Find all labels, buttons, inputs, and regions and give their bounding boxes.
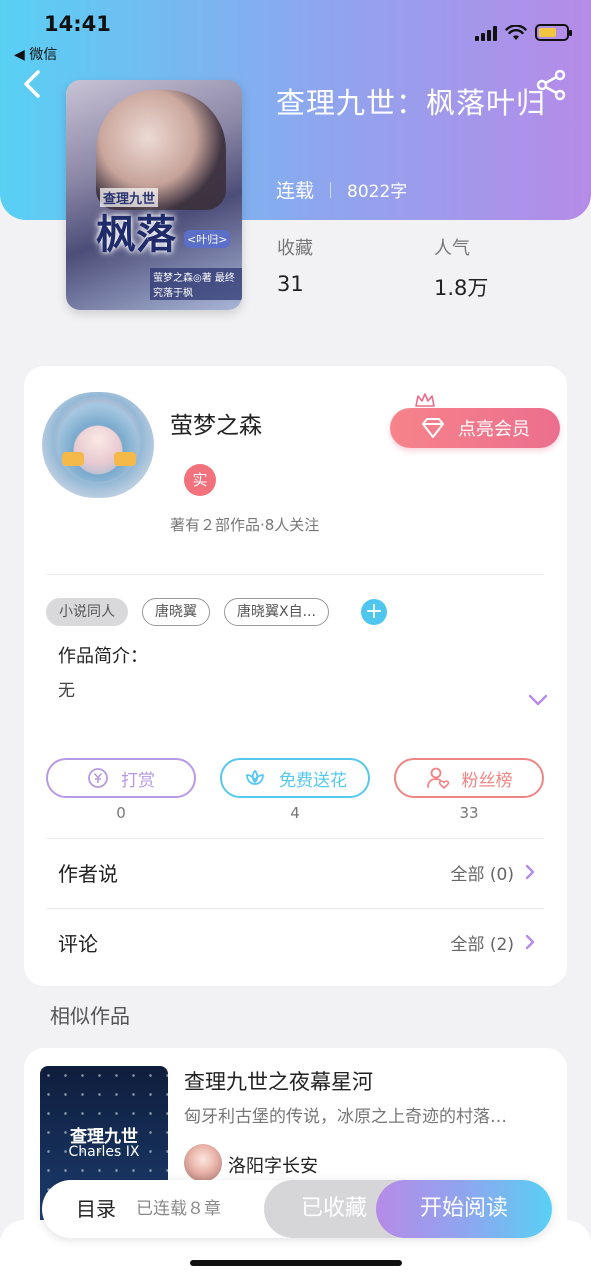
flower-count: 4 [290, 804, 300, 822]
chevron-right-icon [525, 934, 535, 950]
cover-title-text: 枫落 [96, 211, 176, 258]
comments-title: 评论 [58, 931, 98, 956]
similar-book-author: 洛阳字长安 [228, 1156, 318, 1177]
back-to-app-link[interactable]: ◀ 微信 [14, 44, 57, 64]
tag-item[interactable]: 唐晓翼X自... [224, 598, 329, 626]
author-card: 萤梦之森 实 著有２部作品·8人关注 点亮会员 小说同人 唐晓翼 唐晓翼X自..… [24, 366, 567, 986]
back-button[interactable] [18, 66, 54, 102]
chapter-count: 已连载８章 [136, 1199, 221, 1219]
intro-label: 作品简介： [58, 646, 148, 667]
book-cover: 查理九世 枫落 <叶归> 萤梦之森◎著 最终究落于枫 [66, 80, 242, 310]
tag-list: 小说同人 唐晓翼 唐晓翼X自... + [46, 598, 387, 626]
divider [46, 908, 544, 909]
author-avatar[interactable] [42, 392, 154, 498]
chevron-right-icon [525, 864, 535, 880]
author-stats: 著有２部作品·8人关注 [170, 516, 320, 534]
start-reading-button[interactable]: 开始阅读 [376, 1180, 552, 1238]
add-tag-button[interactable]: + [360, 599, 387, 625]
tip-button[interactable]: 打赏 [46, 758, 196, 798]
yen-coin-icon [88, 768, 108, 788]
chevron-down-icon [528, 694, 548, 706]
tag-item[interactable]: 小说同人 [46, 598, 128, 626]
wifi-icon [505, 24, 527, 40]
fan-rank-label: 粉丝榜 [461, 770, 513, 791]
fan-rank-icon [426, 767, 449, 789]
book-title: 查理九世：枫落叶归 [276, 86, 547, 120]
vip-button[interactable]: 点亮会员 [390, 408, 560, 448]
similar-book-desc: 匈牙利古堡的传说，冰原之上奇迹的村落… [184, 1107, 507, 1127]
diamond-icon [422, 418, 444, 438]
book-status: 连载 [276, 180, 315, 202]
flower-icon [246, 769, 264, 785]
avatar [184, 1144, 222, 1182]
verified-badge: 实 [184, 464, 216, 496]
status-bar: 14:41 ◀ 微信 [0, 0, 591, 64]
toc-button[interactable]: 目录 [76, 1180, 116, 1238]
book-meta: 连载 8022字 [276, 176, 407, 203]
stat-label: 收藏 [277, 238, 313, 259]
stat-favorites: 收藏 31 [277, 234, 313, 296]
stat-value: 1.8万 [434, 276, 489, 300]
author-notes-row[interactable]: 作者说 全部 (0) [58, 852, 536, 892]
fan-count: 33 [459, 804, 479, 822]
tip-label: 打赏 [121, 770, 155, 791]
expand-intro-button[interactable] [526, 692, 550, 708]
signal-icon [475, 25, 497, 41]
author-notes-count: 全部 (0) [450, 864, 514, 885]
send-flower-label: 免费送花 [279, 770, 347, 791]
home-indicator [190, 1260, 402, 1266]
status-icons [475, 24, 572, 41]
cover-sub-text: 萤梦之森◎著 最终究落于枫 [150, 268, 242, 300]
battery-icon [535, 24, 572, 41]
comments-count: 全部 (2) [450, 934, 514, 955]
similar-section-title: 相似作品 [50, 1004, 130, 1028]
cover-series-en-text: Charles IX [68, 1144, 140, 1160]
cover-tag-text: <叶归> [184, 230, 231, 248]
fan-rank-button[interactable]: 粉丝榜 [394, 758, 544, 798]
intro-text: 无 [58, 681, 75, 701]
author-notes-title: 作者说 [58, 861, 118, 886]
divider [46, 574, 544, 575]
bottom-action-bar: 目录 已连载８章 已收藏 开始阅读 [42, 1180, 552, 1238]
stat-value: 31 [277, 272, 304, 296]
status-time: 14:41 [44, 12, 111, 36]
comments-row[interactable]: 评论 全部 (2) [58, 922, 536, 962]
tip-count: 0 [116, 804, 126, 822]
similar-book-title: 查理九世之夜幕星河 [184, 1070, 373, 1094]
tag-item[interactable]: 唐晓翼 [142, 598, 210, 626]
stat-label: 人气 [434, 238, 470, 259]
author-name[interactable]: 萤梦之森 [170, 406, 262, 440]
vip-button-label: 点亮会员 [458, 419, 530, 440]
divider [46, 838, 544, 839]
chevron-left-icon [24, 70, 40, 98]
send-flower-button[interactable]: 免费送花 [220, 758, 370, 798]
stat-popularity: 人气 1.8万 [434, 234, 488, 302]
book-word-count: 8022字 [347, 182, 408, 202]
